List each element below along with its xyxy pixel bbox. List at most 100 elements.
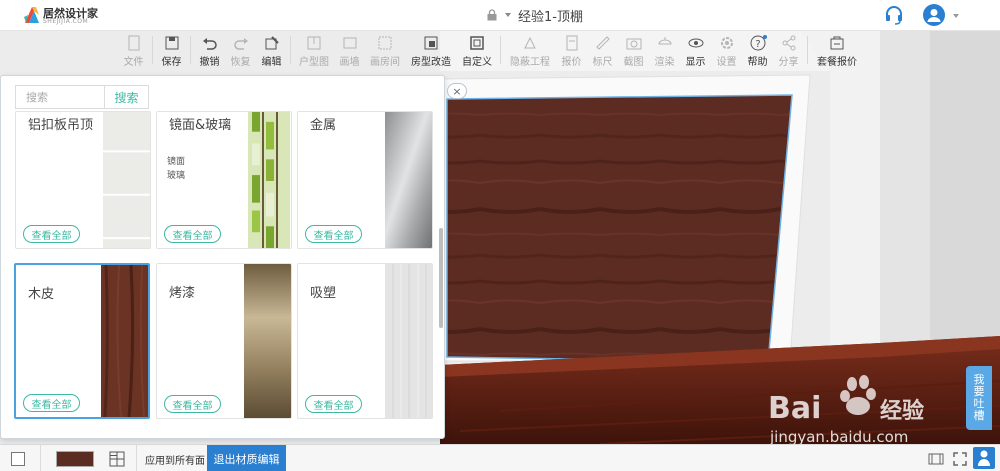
toolbar-undo-button[interactable]: 撤销 xyxy=(194,32,225,68)
toolbar-label: 恢复 xyxy=(230,57,251,68)
chevron-down-icon[interactable] xyxy=(504,11,512,19)
exit-material-edit-button[interactable]: 退出材质编辑 xyxy=(207,445,286,471)
toolbar-label: 文件 xyxy=(123,57,144,68)
render-icon xyxy=(657,37,672,45)
view-all-button[interactable]: 查看全部 xyxy=(164,225,221,243)
toolbar-label: 隐蔽工程 xyxy=(510,57,550,68)
headset-support-icon[interactable] xyxy=(884,5,904,25)
fullscreen-icon[interactable] xyxy=(952,451,968,467)
toolbar-room-remodel-button[interactable]: 房型改造 xyxy=(405,32,457,68)
toolbar-display-button[interactable]: 显示 xyxy=(680,32,711,68)
lacquer-swatch xyxy=(244,264,291,418)
toolbar-separator xyxy=(807,36,808,64)
display-icon xyxy=(688,38,703,48)
material-subcategory[interactable]: 玻璃 xyxy=(167,168,185,181)
feedback-tab[interactable]: 我 要 吐 槽 xyxy=(966,366,992,430)
material-card-title: 吸塑 xyxy=(310,286,337,301)
apply-to-all-surfaces-button[interactable]: 应用到所有面 xyxy=(145,452,205,467)
top-header: 居然设计家 SHEJIJIA.COM 经验1-顶棚 xyxy=(0,0,1000,31)
toolbar-redo-button[interactable]: 恢复 xyxy=(225,32,256,68)
toolbar-label: 编辑 xyxy=(261,57,282,68)
redo-icon xyxy=(233,38,248,50)
bottom-bar: 应用到所有面 退出材质编辑 xyxy=(0,444,1000,471)
toolbar-settings-button[interactable]: 设置 xyxy=(711,32,742,68)
toolbar-label: 设置 xyxy=(716,57,737,68)
view-2d-icon[interactable] xyxy=(928,451,944,467)
toolbar-label: 撤销 xyxy=(199,57,220,68)
material-card-metal[interactable]: 金属 查看全部 xyxy=(297,111,433,249)
material-card-title: 金属 xyxy=(310,118,337,133)
toolbar-ruler-button[interactable]: 标尺 xyxy=(587,32,618,68)
toolbar-draw-room-button[interactable]: 画房间 xyxy=(365,32,405,68)
toolbar-separator xyxy=(290,36,291,64)
floorplan-icon xyxy=(307,36,321,50)
toolbar-label: 自定义 xyxy=(462,57,492,68)
file-icon xyxy=(128,35,139,51)
save-icon xyxy=(165,36,178,50)
package-quote-icon xyxy=(830,36,844,50)
select-checkbox[interactable] xyxy=(11,452,25,466)
search-button[interactable]: 搜索 xyxy=(105,86,148,108)
toolbar-help-button[interactable]: ? 帮助 xyxy=(742,32,773,68)
settings-icon xyxy=(720,37,733,49)
main-toolbar: 文件 保存 撤销 恢复 编辑 户型图 画墙 画房间 房型改造 自定义 隐蔽工程 报价 标尺 截图 渲染 显示设… xyxy=(118,32,863,68)
toolbar-label: 帮助 xyxy=(747,57,768,68)
ruler-icon xyxy=(595,36,610,50)
material-subcategory[interactable]: 镜面 xyxy=(167,154,185,167)
toolbar-label: 标尺 xyxy=(592,57,613,68)
toolbar-camera-button[interactable]: 截图 xyxy=(618,32,649,68)
user-avatar-icon[interactable] xyxy=(923,4,945,26)
camera-icon xyxy=(626,38,641,50)
toolbar-label: 显示 xyxy=(685,57,706,68)
toolbar-label: 分享 xyxy=(778,57,799,68)
toolbar-save-button[interactable]: 保存 xyxy=(156,32,187,68)
material-card-wood-veneer[interactable]: 木皮 查看全部 xyxy=(14,263,150,419)
toolbar-label: 截图 xyxy=(623,57,644,68)
toolbar-customize-button[interactable]: 自定义 xyxy=(457,32,497,68)
material-card-lacquer[interactable]: 烤漆 查看全部 xyxy=(156,263,292,419)
chevron-down-icon[interactable] xyxy=(952,12,960,20)
toolbar-floorplan-button[interactable]: 户型图 xyxy=(294,32,334,68)
share-icon xyxy=(782,35,795,51)
document-title-area[interactable]: 经验1-顶棚 xyxy=(486,5,583,25)
search-input[interactable] xyxy=(16,86,105,108)
current-material-swatch[interactable] xyxy=(56,451,94,467)
material-card-mirror-glass[interactable]: 镜面&玻璃 镜面 玻璃 查看全部 xyxy=(156,111,292,249)
toolbar-edit-button[interactable]: 编辑 xyxy=(256,32,287,68)
material-card-aluminum[interactable]: 铝扣板吊顶 查看全部 xyxy=(15,111,151,249)
edit-icon xyxy=(265,36,279,50)
material-card-blister[interactable]: 吸塑 查看全部 xyxy=(297,263,433,419)
person-view-button[interactable] xyxy=(973,447,995,469)
toolbar-hidden-work-button[interactable]: 隐蔽工程 xyxy=(504,32,556,68)
toolbar-label: 房型改造 xyxy=(411,57,451,68)
divider xyxy=(136,445,137,471)
toolbar-package-quote-button[interactable]: 套餐报价 xyxy=(811,32,863,68)
app-logo[interactable]: 居然设计家 SHEJIJIA.COM xyxy=(23,3,101,29)
view-all-button[interactable]: 查看全部 xyxy=(23,225,80,243)
metal-swatch xyxy=(385,112,432,248)
blister-swatch xyxy=(385,264,432,418)
toolbar-share-button[interactable]: 分享 xyxy=(773,32,804,68)
view-all-button[interactable]: 查看全部 xyxy=(23,394,80,412)
view-all-button[interactable]: 查看全部 xyxy=(305,395,362,413)
toolbar-separator xyxy=(190,36,191,64)
toolbar-draw-wall-button[interactable]: 画墙 xyxy=(334,32,365,68)
glass-swatch xyxy=(244,112,291,248)
quote-icon xyxy=(566,35,577,51)
toolbar-render-button[interactable]: 渲染 xyxy=(649,32,680,68)
grid-layout-icon[interactable] xyxy=(109,451,125,467)
toolbar-label: 渲染 xyxy=(654,57,675,68)
toolbar-quote-button[interactable]: 报价 xyxy=(556,32,587,68)
toolbar-file-button[interactable]: 文件 xyxy=(118,32,149,68)
toolbar-label: 画房间 xyxy=(370,57,400,68)
toolbar-separator xyxy=(152,36,153,64)
view-all-button[interactable]: 查看全部 xyxy=(305,225,362,243)
panel-scrollbar[interactable] xyxy=(439,228,443,328)
material-card-title: 镜面&玻璃 xyxy=(169,118,232,133)
toolbar-label: 报价 xyxy=(561,57,582,68)
view-all-button[interactable]: 查看全部 xyxy=(164,395,221,413)
material-panel: 搜索 铝扣板吊顶 查看全部 镜面&玻璃 镜面 玻璃 xyxy=(0,75,445,439)
close-icon[interactable]: × xyxy=(447,83,467,99)
wood-swatch xyxy=(101,265,148,417)
toolbar-label: 画墙 xyxy=(339,57,360,68)
